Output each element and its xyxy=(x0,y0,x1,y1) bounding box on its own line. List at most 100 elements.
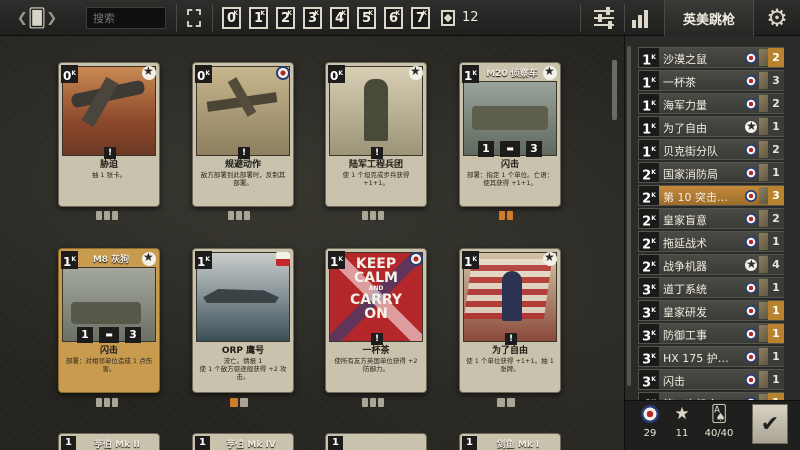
deck-row[interactable]: 2K 拖延战术 xyxy=(638,231,784,252)
cost-filter-3[interactable]: 3K xyxy=(303,7,322,29)
card-description: 部署：指定 1 个单位。亡语：使其获得 +1+1。 xyxy=(466,171,554,187)
vehicle-icon: ▬ xyxy=(99,327,119,343)
deck-row-cost: 3K xyxy=(639,278,659,298)
card-cost: 1K xyxy=(328,251,345,269)
card-keyword: 闪击 xyxy=(500,160,519,170)
poster-line: ON xyxy=(364,306,388,322)
deck-row-quantity: 2 xyxy=(768,48,784,67)
deck-row[interactable]: 1K 贝克街分队 xyxy=(638,139,784,160)
deck-row[interactable]: 1K 海军力量 xyxy=(638,93,784,114)
deck-row-quantity: 1 xyxy=(768,163,784,182)
deck-row-name: 沙漠之鼠 xyxy=(663,53,707,65)
deck-row-name: 贝克街分队 xyxy=(663,145,718,157)
card-tag: 流亡。情报 1 xyxy=(223,357,263,365)
copy-count-indicator xyxy=(230,398,248,408)
card-description: 使 1 个坦克或步兵获得 +1+1。 xyxy=(342,171,410,187)
card-text: 使 1 个敌方驱逐舰获得 +2 攻击。 xyxy=(199,365,287,381)
us-star-icon xyxy=(142,64,156,80)
poster-line: CALM xyxy=(354,270,398,286)
deck-row-quantity: 2 xyxy=(768,94,784,113)
uk-roundel-icon xyxy=(745,98,757,110)
deck-row[interactable]: 1K 沙漠之鼠 xyxy=(638,47,784,68)
kredit-count: 12 xyxy=(462,10,479,25)
card-title: 亨伯 Mk IV xyxy=(226,440,276,450)
us-star-icon xyxy=(409,64,423,80)
card-item-partial[interactable]: 1 剑鱼 Mk I xyxy=(459,433,561,450)
divider xyxy=(212,4,213,32)
cost-filter-6[interactable]: 6K xyxy=(384,7,403,29)
uk-roundel-icon xyxy=(745,190,757,202)
deck-row[interactable]: 2K 国家消防局 xyxy=(638,162,784,183)
card-total: 🂡 40/40 xyxy=(701,405,737,440)
card-item-partial[interactable]: 1 亨伯 Mk II xyxy=(58,433,160,450)
card-cost: 1 xyxy=(195,436,210,450)
card-item[interactable]: 0K ! 陆军工程兵团 使 1 个坦克或步兵获得 +1+1。 xyxy=(325,62,427,207)
card-cost: 0K xyxy=(61,65,78,83)
kredit-icon[interactable] xyxy=(441,10,455,26)
deck-row-quantity: 1 xyxy=(768,370,784,389)
copy-count-indicator xyxy=(96,398,118,408)
card-cost: 1 xyxy=(328,436,343,450)
deck-row[interactable]: 3K HX 175 护… xyxy=(638,346,784,367)
card-item-partial[interactable]: 1 亨伯 Mk IV xyxy=(192,433,294,450)
us-star-icon xyxy=(543,250,557,266)
card-stats: 1 ▬ 3 xyxy=(478,141,542,157)
deck-title[interactable]: 英美跳枪 xyxy=(664,0,754,36)
vehicle-icon: ▬ xyxy=(500,141,520,157)
deck-row-cost: 3K xyxy=(639,347,659,367)
logo-icon[interactable]: ❮ 🂠 ❯ xyxy=(8,4,66,32)
cost-filter-5[interactable]: 5K xyxy=(357,7,376,29)
dashed-select-icon[interactable] xyxy=(187,9,201,27)
deck-row-quantity: 1 xyxy=(768,324,784,343)
card-item[interactable]: 1K M8 灰狗 1 ▬ 3 闪击 部署：对相邻单位造成 1 点伤害。 xyxy=(58,248,160,393)
card-cost: 1 xyxy=(61,436,76,450)
card-stats: 1 ▬ 3 xyxy=(77,327,141,343)
deck-row[interactable]: 3K 道丁系统 xyxy=(638,277,784,298)
search-input[interactable] xyxy=(86,7,166,29)
card-item[interactable]: 1K ORP 鹰号 流亡。情报 1 使 1 个敌方驱逐舰获得 +2 攻击。 xyxy=(192,248,294,393)
deck-row-cost: 3K xyxy=(639,324,659,344)
alert-icon: ! xyxy=(371,147,383,159)
card-item[interactable]: 1K ! 为了自由 使 1 个单位获得 +1+1。抽 1 张牌。 xyxy=(459,248,561,393)
top-bar: ❮🂠❯ 0K 1K 2K 3K 4K 5K 6K 7K 12 英美跳枪 ⚙ xyxy=(0,0,800,36)
deck-row[interactable]: 1K 一杯茶 xyxy=(638,70,784,91)
bar-chart-icon[interactable] xyxy=(632,8,654,28)
deck-row[interactable]: 3K 皇家研发 xyxy=(638,300,784,321)
deck-row-name: 战争机器 xyxy=(663,260,707,272)
poland-flag-icon xyxy=(276,252,290,266)
attack-value: 1 xyxy=(77,327,93,343)
deck-row[interactable]: 2K 第 10 突击… xyxy=(638,185,784,206)
deck-scrollbar[interactable] xyxy=(627,46,631,386)
deck-row[interactable]: 2K 战争机器 xyxy=(638,254,784,275)
deck-row-quantity: 4 xyxy=(768,255,784,274)
copy-count-indicator xyxy=(362,211,384,221)
card-item[interactable]: 0K ! 规避动作 敌方部署到此部署时，反制其部署。 xyxy=(192,62,294,207)
deck-row-quantity: 2 xyxy=(768,209,784,228)
us-star-icon xyxy=(543,64,557,80)
deck-row-cost: 2K xyxy=(639,255,659,275)
cost-filter-7[interactable]: 7K xyxy=(411,7,430,29)
cost-filter-0[interactable]: 0K xyxy=(222,7,241,29)
uk-roundel-icon xyxy=(745,328,757,340)
uk-roundel-icon xyxy=(745,282,757,294)
grid-scrollbar[interactable] xyxy=(612,60,617,120)
cost-filter-4[interactable]: 4K xyxy=(330,7,349,29)
uk-count-value: 29 xyxy=(643,428,657,439)
cost-filter-2[interactable]: 2K xyxy=(276,7,295,29)
deck-row[interactable]: 1K 为了自由 xyxy=(638,116,784,137)
cost-filter-1[interactable]: 1K xyxy=(249,7,268,29)
card-item[interactable]: 1K M20 侦察车 1 ▬ 3 闪击 部署：指定 1 个单位。亡语：使其获得 … xyxy=(459,62,561,207)
deck-row[interactable]: 2K 皇家盲意 xyxy=(638,208,784,229)
card-cost: 1K xyxy=(462,251,479,269)
card-item-partial[interactable]: 1 xyxy=(325,433,427,450)
deck-row[interactable]: 3K 闪击 xyxy=(638,369,784,390)
deck-row-quantity: 2 xyxy=(768,140,784,159)
deck-row[interactable]: 3K 防御工事 xyxy=(638,323,784,344)
copy-count-indicator xyxy=(497,398,515,408)
gear-icon[interactable]: ⚙ xyxy=(764,5,790,31)
sliders-icon[interactable] xyxy=(592,7,616,29)
us-star-icon xyxy=(745,257,757,271)
card-item[interactable]: 1K KEEP CALM AND CARRY ON ! 一杯茶 使所有友方英国单… xyxy=(325,248,427,393)
checkmark-icon[interactable]: ✔ xyxy=(752,404,788,444)
card-item[interactable]: 0K ! 胁迫 抽 1 张卡。 xyxy=(58,62,160,207)
